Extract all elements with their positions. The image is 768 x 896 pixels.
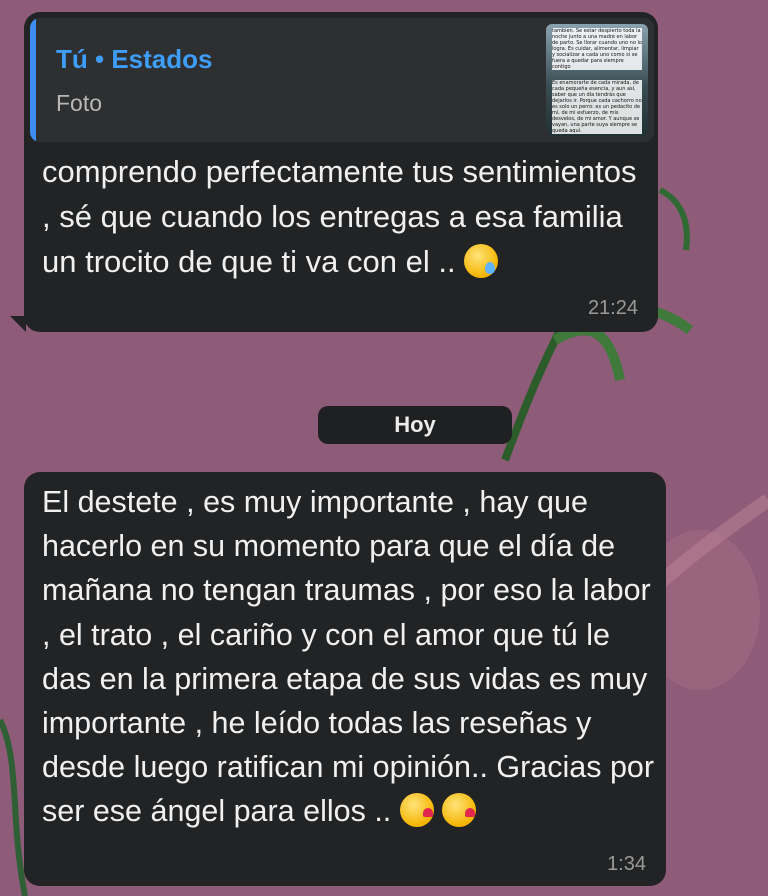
message-body: comprendo perfectamente tus sentimientos… <box>42 154 646 279</box>
status-photo-thumbnail[interactable]: tambien. Se estar despierto toda la noch… <box>546 24 648 136</box>
message-body: El destete , es muy importante , hay que… <box>42 485 663 829</box>
message-bubble-incoming[interactable]: El destete , es muy importante , hay que… <box>24 472 666 886</box>
crying-face-icon <box>464 244 499 278</box>
message-time: 21:24 <box>587 297 638 319</box>
message-time: 1:34 <box>607 853 646 875</box>
message-text: comprendo perfectamente tus sentimientos… <box>42 149 642 284</box>
bubble-tail <box>10 316 26 332</box>
message-text: El destete , es muy importante , hay que… <box>42 480 662 834</box>
thumbnail-caption-bottom: Es enamorarte de cada mirada, de cada pe… <box>552 80 642 134</box>
reply-author: Tú • Estados <box>56 44 213 74</box>
reply-media-type: Foto <box>56 90 103 116</box>
kissing-face-icon <box>399 793 434 828</box>
quoted-status-reply[interactable]: Tú • Estados Foto tambien. Se estar desp… <box>30 18 654 142</box>
message-bubble-incoming[interactable]: Tú • Estados Foto tambien. Se estar desp… <box>10 12 658 332</box>
date-separator: Hoy <box>318 406 512 444</box>
kissing-face-icon <box>442 793 477 828</box>
thumbnail-caption-top: tambien. Se estar despierto toda la noch… <box>552 28 642 70</box>
reply-accent-bar <box>30 18 36 142</box>
